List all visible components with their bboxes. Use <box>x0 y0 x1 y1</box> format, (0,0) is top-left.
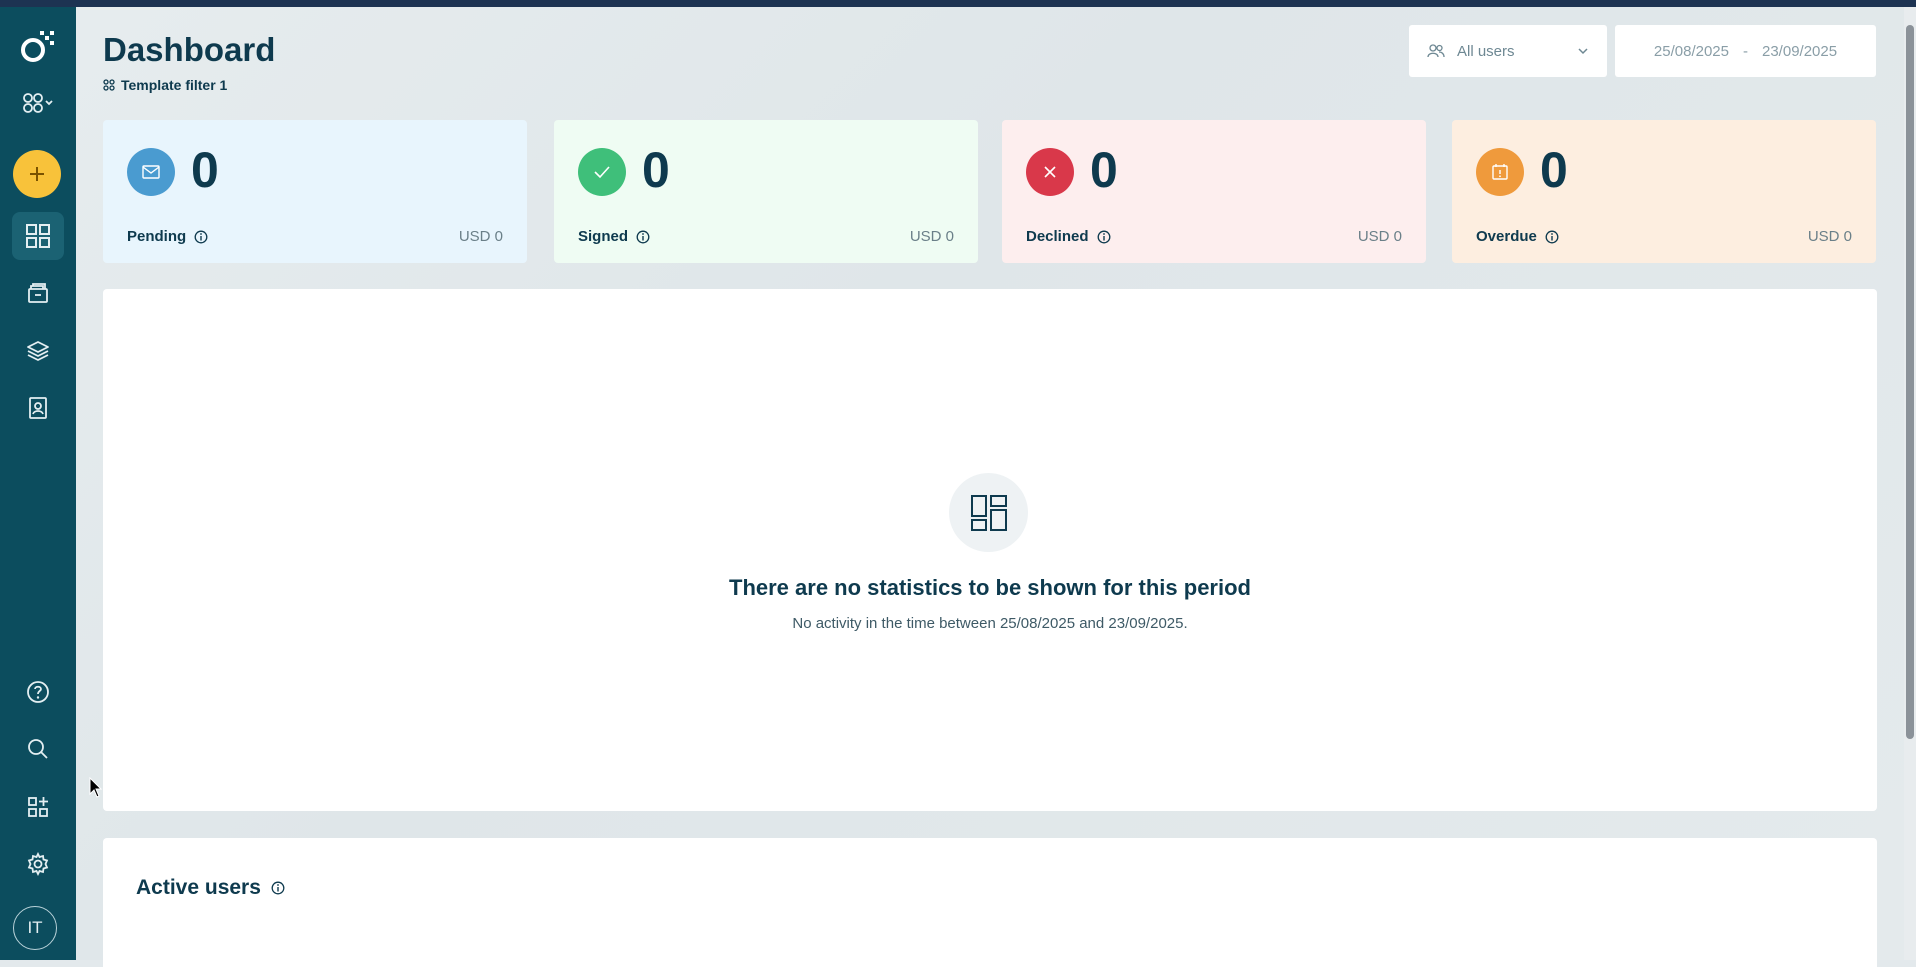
check-icon <box>578 148 626 196</box>
contacts-icon <box>29 397 47 419</box>
sidebar-item-documents[interactable] <box>12 269 64 317</box>
search-icon <box>28 739 48 759</box>
documents-icon <box>28 283 48 303</box>
stat-label: Overdue <box>1476 228 1537 245</box>
logo-icon[interactable] <box>12 23 64 71</box>
users-dropdown[interactable]: All users <box>1409 25 1607 77</box>
empty-state-subtitle: No activity in the time between 25/08/20… <box>792 615 1188 632</box>
stat-amount: USD 0 <box>458 228 503 245</box>
info-icon[interactable] <box>1545 230 1559 244</box>
templates-icon <box>27 341 49 361</box>
page-scrollbar[interactable] <box>1904 7 1916 960</box>
page-title: Dashboard <box>103 31 276 68</box>
statistics-panel: There are no statistics to be shown for … <box>103 289 1877 811</box>
stat-card-pending[interactable]: 0 Pending USD 0 <box>103 120 527 263</box>
sidebar-item-dashboard[interactable] <box>12 212 64 260</box>
workspace-switch-icon[interactable] <box>12 79 64 127</box>
stat-amount: USD 0 <box>909 228 954 245</box>
template-filter-icon <box>103 79 115 91</box>
sidebar-item-help[interactable] <box>12 668 64 716</box>
users-dropdown-label: All users <box>1457 42 1515 60</box>
sidebar-item-settings[interactable] <box>12 840 64 888</box>
stat-label: Pending <box>127 228 187 245</box>
add-icon <box>30 167 44 181</box>
date-separator: - <box>1743 42 1748 60</box>
settings-icon <box>27 852 49 876</box>
add-button[interactable] <box>13 150 61 198</box>
info-icon[interactable] <box>636 230 650 244</box>
sidebar-item-contacts[interactable] <box>12 384 64 432</box>
users-icon <box>1427 44 1445 58</box>
info-icon[interactable] <box>271 881 285 895</box>
template-filter[interactable]: Template filter 1 <box>103 77 227 93</box>
scrollbar-thumb[interactable] <box>1906 25 1914 739</box>
stat-amount: USD 0 <box>1357 228 1402 245</box>
close-icon <box>1026 148 1074 196</box>
mail-icon <box>127 148 175 196</box>
calendar-alert-icon <box>1476 148 1524 196</box>
help-icon <box>27 681 49 703</box>
stat-card-overdue[interactable]: 0 Overdue USD 0 <box>1452 120 1876 263</box>
sidebar-item-search[interactable] <box>12 725 64 773</box>
mouse-cursor-icon <box>89 777 103 798</box>
dashboard-icon <box>26 224 50 248</box>
stat-card-signed[interactable]: 0 Signed USD 0 <box>554 120 978 263</box>
stat-count: 0 <box>642 142 670 198</box>
date-from: 25/08/2025 <box>1653 42 1729 60</box>
info-icon[interactable] <box>194 230 208 244</box>
window-top-bar <box>0 0 1916 7</box>
sidebar-item-templates[interactable] <box>12 327 64 375</box>
integrations-icon <box>28 797 48 817</box>
stat-label-wrap: Overdue <box>1476 228 1559 245</box>
empty-state-title: There are no statistics to be shown for … <box>729 575 1251 600</box>
chevron-down-icon <box>1578 48 1588 55</box>
stat-count: 0 <box>1540 142 1568 198</box>
dashboard-empty-icon <box>949 473 1028 552</box>
active-users-panel: Active users <box>103 838 1877 967</box>
active-users-title: Active users <box>136 876 261 899</box>
sidebar-item-integrations[interactable] <box>12 783 64 831</box>
stat-amount: USD 0 <box>1807 228 1852 245</box>
date-to: 23/09/2025 <box>1762 42 1838 60</box>
template-filter-label: Template filter 1 <box>121 77 228 93</box>
sidebar: IT <box>0 7 76 960</box>
date-range-picker[interactable]: 25/08/2025 - 23/09/2025 <box>1615 25 1876 77</box>
stat-count: 0 <box>191 142 219 198</box>
stat-count: 0 <box>1090 142 1118 198</box>
stat-label: Signed <box>578 228 629 245</box>
user-avatar[interactable]: IT <box>13 906 57 950</box>
info-icon[interactable] <box>1097 230 1111 244</box>
stat-label-wrap: Declined <box>1026 228 1111 245</box>
stat-label-wrap: Pending <box>127 228 208 245</box>
active-users-heading: Active users <box>136 876 285 900</box>
stat-label-wrap: Signed <box>578 228 650 245</box>
stat-card-declined[interactable]: 0 Declined USD 0 <box>1002 120 1426 263</box>
stat-label: Declined <box>1026 228 1089 245</box>
main-content: Dashboard Template filter 1 All users 25… <box>76 7 1904 967</box>
